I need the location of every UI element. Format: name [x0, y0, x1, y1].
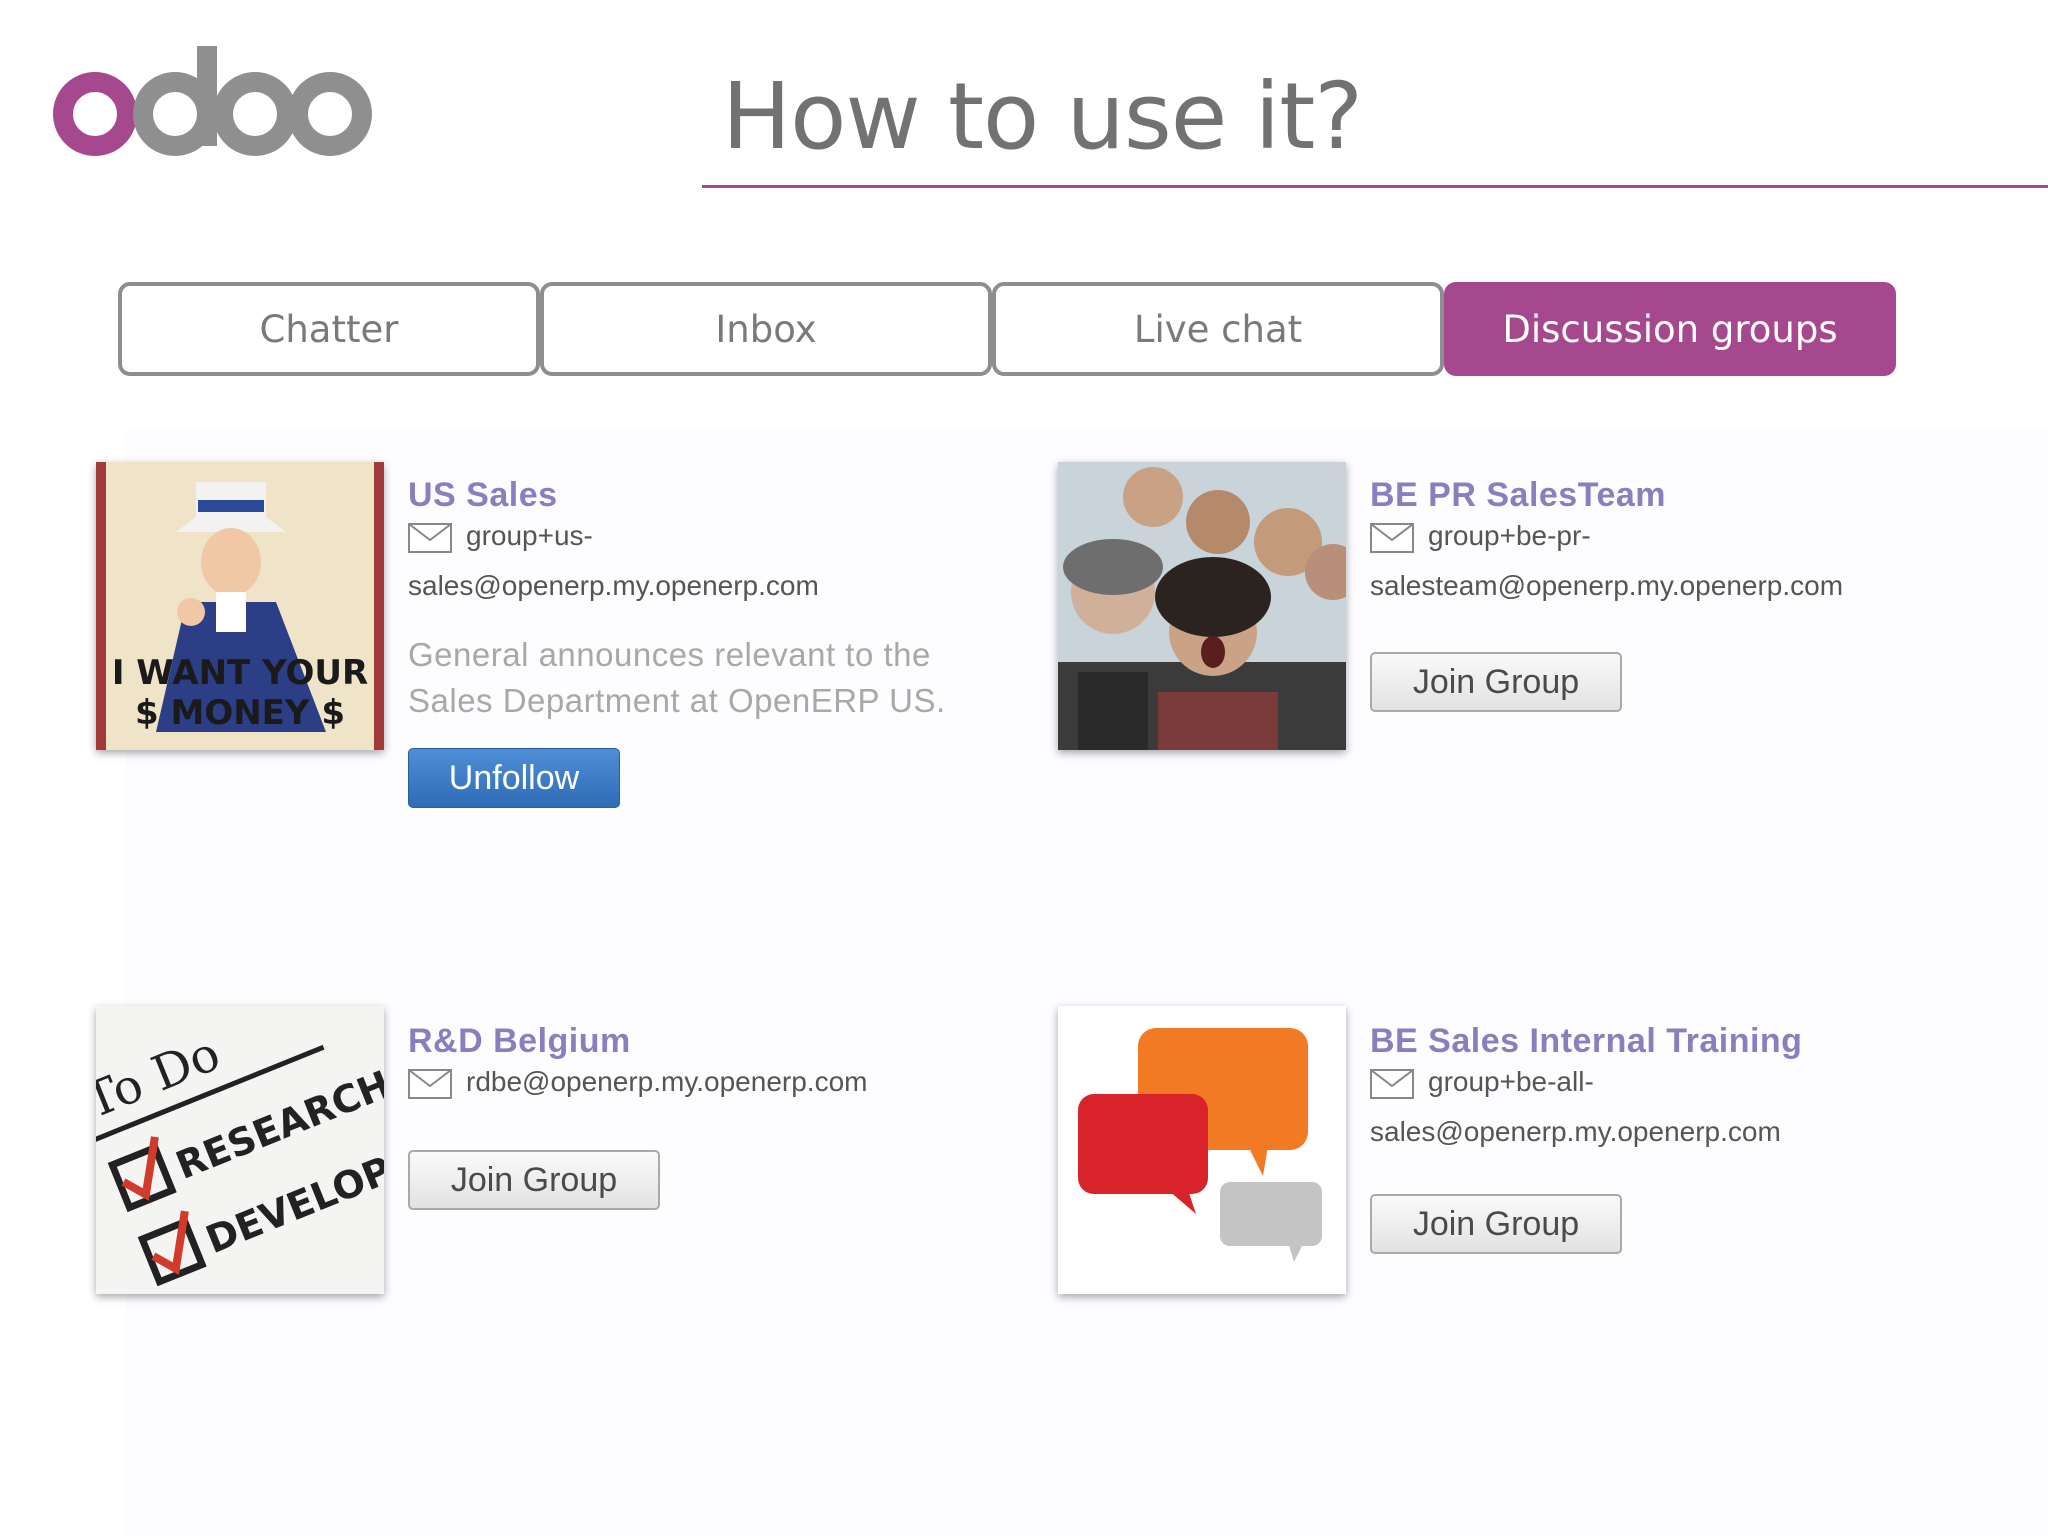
join-group-button[interactable]: Join Group: [408, 1150, 660, 1210]
group-email-row: rdbe@openerp.my.openerp.com: [408, 1066, 867, 1099]
group-email: rdbe@openerp.my.openerp.com: [466, 1066, 868, 1097]
group-name[interactable]: BE Sales Internal Training: [1370, 1022, 1802, 1061]
group-email-cont: salesteam@openerp.my.openerp.com: [1370, 570, 1844, 601]
envelope-icon: [408, 1068, 452, 1099]
slide-title: How to use it?: [722, 63, 1363, 170]
group-email: group+us-: [466, 520, 593, 551]
group-image-us-sales[interactable]: I WANT YOUR $ MONEY $: [96, 462, 384, 750]
group-email: group+be-pr-: [1428, 520, 1591, 551]
envelope-icon: [408, 522, 452, 553]
group-name[interactable]: BE PR SalesTeam: [1370, 476, 1666, 515]
envelope-icon: [1370, 522, 1414, 553]
tab-live-chat[interactable]: Live chat: [992, 282, 1444, 376]
group-email-row: group+be-pr-: [1370, 520, 1591, 553]
group-email-row: group+us-: [408, 520, 593, 553]
group-email-row: group+be-all-: [1370, 1066, 1594, 1099]
group-name[interactable]: R&D Belgium: [408, 1022, 631, 1061]
group-description: General announces relevant to the Sales …: [408, 636, 946, 719]
title-underline: [702, 185, 2048, 188]
group-email-cont: sales@openerp.my.openerp.com: [408, 570, 819, 601]
unfollow-button[interactable]: Unfollow: [408, 748, 620, 808]
svg-text:$ MONEY $: $ MONEY $: [135, 693, 345, 733]
group-image-rd-belgium[interactable]: To Do RESEARCH DEVELOP: [96, 1006, 384, 1294]
group-name[interactable]: US Sales: [408, 476, 558, 515]
tab-discussion-groups[interactable]: Discussion groups: [1444, 282, 1896, 376]
odoo-logo: [53, 46, 372, 156]
svg-text:I WANT YOUR: I WANT YOUR: [112, 653, 368, 693]
envelope-icon: [1370, 1068, 1414, 1099]
tab-inbox[interactable]: Inbox: [540, 282, 992, 376]
join-group-button[interactable]: Join Group: [1370, 1194, 1622, 1254]
group-email-cont: sales@openerp.my.openerp.com: [1370, 1116, 1781, 1147]
tab-chatter[interactable]: Chatter: [118, 282, 540, 376]
group-email: group+be-all-: [1428, 1066, 1594, 1097]
poster-text: I WANT YOUR $ MONEY $: [112, 653, 368, 733]
join-group-button[interactable]: Join Group: [1370, 652, 1622, 712]
group-image-be-pr-salesteam[interactable]: [1058, 462, 1346, 750]
group-image-be-sales-internal-training[interactable]: [1058, 1006, 1346, 1294]
